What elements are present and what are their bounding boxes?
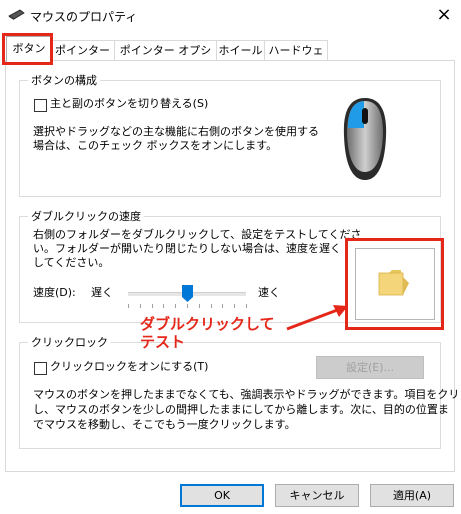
tab-pointers[interactable]: ポインター [50,40,115,60]
ok-button[interactable]: OK [180,484,264,507]
speed-slider-tick [140,304,141,308]
mouse-illustration-icon [343,98,387,180]
speed-label: 速度(D): [33,286,76,299]
button-config-desc-1: 選択やドラッグなどの主な機能に右側のボタンを使用する [33,125,319,138]
click-lock-legend: クリックロック [28,336,111,349]
speed-slider-tick [246,304,247,308]
tab-hardware[interactable]: ハードウェア [264,40,328,76]
mouse-icon [8,9,25,20]
click-lock-label[interactable]: クリックロックをオンにする(T) [50,360,208,374]
button-config-legend: ボタンの構成 [28,74,100,87]
button-config-desc-2: 場合は、このチェック ボックスをオンにします。 [33,139,278,152]
close-button[interactable]: × [432,3,456,27]
speed-slider-tick [234,304,235,308]
folder-icon[interactable] [377,267,411,297]
double-click-legend: ダブルクリックの速度 [28,210,144,223]
speed-slider-tick [152,304,153,308]
double-click-desc-3: してください。 [33,256,110,269]
speed-slider-thumb[interactable] [182,285,193,302]
click-lock-desc-1: マウスのボタンを押したままでなくても、強調表示やドラッグができます。項目をクリッ… [33,388,461,401]
speed-slider-tick [175,304,176,308]
switch-buttons-checkbox[interactable] [34,99,47,112]
double-click-desc-2: い。フォルダーが開いたり閉じたりしない場合は、速度を遅く [33,242,341,255]
click-lock-desc-2: し、マウスのボタンを少しの間押したままにしてから離します。次に、目的の位置ま [33,403,449,416]
tab-pointer-options[interactable]: ポインター オプション [114,40,217,76]
fast-label: 速く [258,286,280,299]
title-bar: マウスのプロパティ × [0,0,461,30]
test-folder-box[interactable] [355,248,435,320]
speed-slider-tick [211,304,212,308]
double-click-desc-1: 右側のフォルダーをダブルクリックして、設定をテストしてくださ [33,228,362,241]
speed-slider-tick [187,304,188,308]
speed-slider-tick [199,304,200,308]
click-lock-settings-button[interactable]: 設定(E)... [316,356,424,379]
switch-buttons-label[interactable]: 主と副のボタンを切り替える(S) [50,97,208,111]
apply-button[interactable]: 適用(A) [370,484,454,507]
cancel-button[interactable]: キャンセル [275,484,359,507]
tab-buttons[interactable]: ボタン [6,36,52,62]
tab-wheel[interactable]: ホイール [216,40,265,60]
click-lock-desc-3: でマウスを移動し、そこでもう一度クリックします。 [33,418,296,431]
slow-label: 遅く [91,286,113,299]
speed-slider-tick [163,304,164,308]
window-title: マウスのプロパティ [30,10,138,24]
speed-slider-tick [128,304,129,308]
annotation-text-2: テスト [140,333,186,351]
click-lock-checkbox[interactable] [34,362,47,375]
annotation-text-1: ダブルクリックして [140,315,275,333]
annotation-arrow-icon [286,305,348,331]
speed-slider-tick [222,304,223,308]
